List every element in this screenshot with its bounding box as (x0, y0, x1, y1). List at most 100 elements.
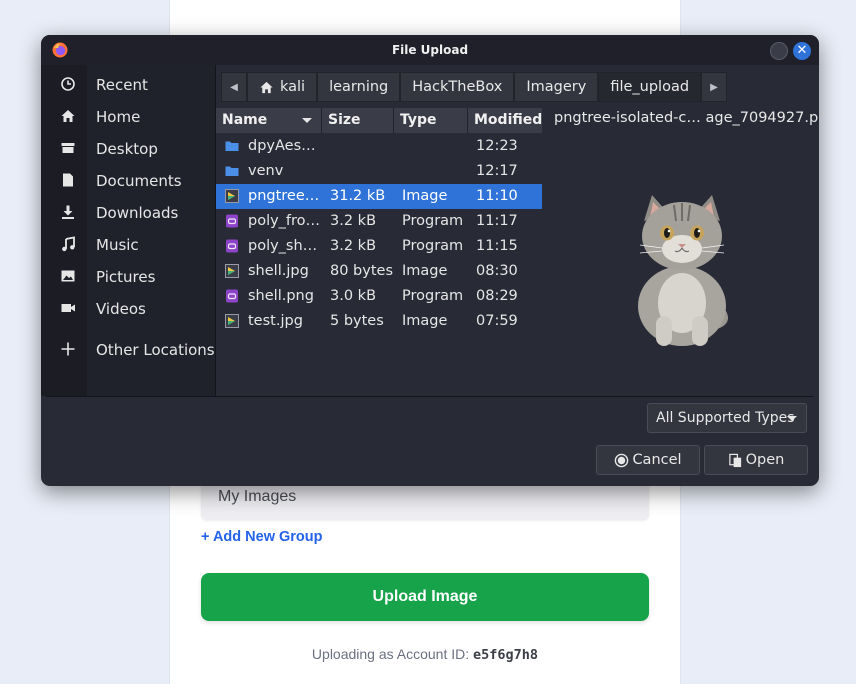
column-header-type[interactable]: Type (394, 108, 468, 133)
sidebar-item-videos[interactable]: Videos (41, 295, 215, 323)
home-icon (61, 110, 75, 122)
file-row[interactable]: test.jpg 5 bytes Image 07:59 (216, 309, 542, 334)
file-modified: 12:17 (476, 163, 518, 179)
account-id-value: e5f6g7h8 (473, 647, 539, 663)
file-modified: 08:29 (476, 288, 518, 304)
sidebar-item-pictures[interactable]: Pictures (41, 263, 215, 291)
path-crumb-label: kali (280, 79, 306, 95)
program-file-icon (226, 289, 238, 303)
file-modified: 11:17 (476, 213, 518, 229)
sidebar-item-label: Recent (96, 76, 148, 94)
add-new-group-link[interactable]: + Add New Group (201, 529, 323, 545)
file-size: 3.2 kB (330, 213, 377, 229)
sidebar-item-home[interactable]: Home (41, 103, 215, 131)
column-header-name[interactable]: Name (216, 108, 322, 133)
sidebar-item-music[interactable]: Music (41, 231, 215, 259)
path-crumb-label: HackTheBox (412, 79, 503, 95)
file-type: Image (402, 263, 448, 279)
path-crumb-file-upload[interactable]: file_upload (598, 72, 702, 102)
file-size: 3.0 kB (330, 288, 377, 304)
path-crumb-learning[interactable]: learning (317, 72, 401, 102)
sidebar-item-label: Documents (96, 172, 182, 190)
file-row[interactable]: poly_fro… 3.2 kB Program 11:17 (216, 209, 542, 234)
filter-label: All Supported Types (656, 410, 795, 426)
file-name: poly_sh… (248, 238, 318, 254)
file-size: 5 bytes (330, 313, 384, 329)
cancel-button[interactable]: Cancel (596, 445, 700, 475)
file-type: Program (402, 238, 464, 254)
sidebar-item-desktop[interactable]: Desktop (41, 135, 215, 163)
close-icon: ✕ (796, 43, 808, 58)
file-name: shell.png (248, 288, 314, 304)
sidebar-item-documents[interactable]: Documents (41, 167, 215, 195)
image-file-icon (225, 189, 239, 203)
file-row-selected[interactable]: pngtree… 31.2 kB Image 11:10 (216, 184, 542, 209)
file-row[interactable]: shell.jpg 80 bytes Image 08:30 (216, 259, 542, 284)
document-icon (63, 173, 73, 187)
file-name: dpyAes… (248, 138, 316, 154)
preview-pane: pngtree-isolated-c… age_7094927.png (542, 108, 819, 396)
path-crumb-label: Imagery (526, 79, 587, 95)
file-size: 80 bytes (330, 263, 394, 279)
image-file-icon (225, 314, 239, 328)
file-modified: 08:30 (476, 263, 518, 279)
file-row[interactable]: poly_sh… 3.2 kB Program 11:15 (216, 234, 542, 259)
column-header-size[interactable]: Size (322, 108, 394, 133)
home-icon (260, 81, 273, 93)
sort-down-icon (302, 118, 312, 123)
plus-icon (61, 342, 75, 356)
sidebar-item-recent[interactable]: Recent (41, 71, 215, 99)
path-crumb-hackthebox[interactable]: HackTheBox (400, 72, 515, 102)
column-header-label: Name (222, 112, 268, 128)
file-list: Name Size Type Modified dpyAes… 12:23 ve… (216, 108, 542, 396)
file-row[interactable]: venv 12:17 (216, 159, 542, 184)
places-sidebar: Recent Home Desktop Documents Downloads … (41, 65, 216, 396)
file-name: poly_fro… (248, 213, 321, 229)
chevron-right-icon: ▶ (710, 81, 718, 93)
sidebar-item-label: Home (96, 108, 141, 126)
path-crumb-home[interactable]: kali (247, 72, 318, 102)
sidebar-item-label: Music (96, 236, 139, 254)
sidebar-item-downloads[interactable]: Downloads (41, 199, 215, 227)
clock-icon (61, 77, 75, 91)
cancel-label: Cancel (632, 452, 682, 468)
upload-image-button[interactable]: Upload Image (201, 573, 649, 621)
column-header-modified[interactable]: Modified (468, 108, 542, 133)
download-icon (62, 205, 74, 219)
cancel-icon (615, 453, 629, 467)
chevron-left-icon: ◀ (230, 81, 238, 93)
folder-icon (225, 141, 239, 151)
account-id-line: Uploading as Account ID: e5f6g7h8 (169, 646, 681, 663)
path-crumb-label: learning (329, 79, 389, 95)
file-modified: 11:10 (476, 188, 518, 204)
open-button[interactable]: Open (704, 445, 808, 475)
file-modified: 11:15 (476, 238, 518, 254)
sidebar-item-label: Other Locations (96, 341, 215, 359)
file-name: shell.jpg (248, 263, 309, 279)
path-scroll-right-button[interactable]: ▶ (701, 72, 728, 102)
path-crumb-imagery[interactable]: Imagery (514, 72, 599, 102)
path-scroll-left-button[interactable]: ◀ (221, 72, 247, 102)
file-type: Program (402, 288, 464, 304)
account-id-label: Uploading as Account ID: (311, 646, 474, 662)
file-type: Image (402, 313, 448, 329)
dialog-titlebar: File Upload ✕ (41, 35, 819, 65)
sidebar-item-label: Pictures (96, 268, 156, 286)
close-button[interactable]: ✕ (793, 42, 811, 60)
cat-preview-image (638, 195, 728, 346)
open-file-icon (728, 453, 741, 467)
file-type: Program (402, 213, 464, 229)
minimize-button[interactable] (770, 42, 788, 60)
sidebar-item-other-locations[interactable]: Other Locations (41, 336, 215, 364)
file-row[interactable]: shell.png 3.0 kB Program 08:29 (216, 284, 542, 309)
music-icon (62, 236, 75, 252)
dialog-divider (46, 396, 814, 397)
column-header-label: Size (328, 112, 361, 128)
folder-icon (225, 166, 239, 176)
desktop-icon (61, 143, 75, 153)
chevron-down-icon (787, 416, 797, 421)
video-icon (61, 304, 75, 312)
file-row[interactable]: dpyAes… 12:23 (216, 134, 542, 159)
file-type-filter-dropdown[interactable]: All Supported Types (647, 403, 807, 433)
file-name: pngtree… (248, 188, 320, 204)
